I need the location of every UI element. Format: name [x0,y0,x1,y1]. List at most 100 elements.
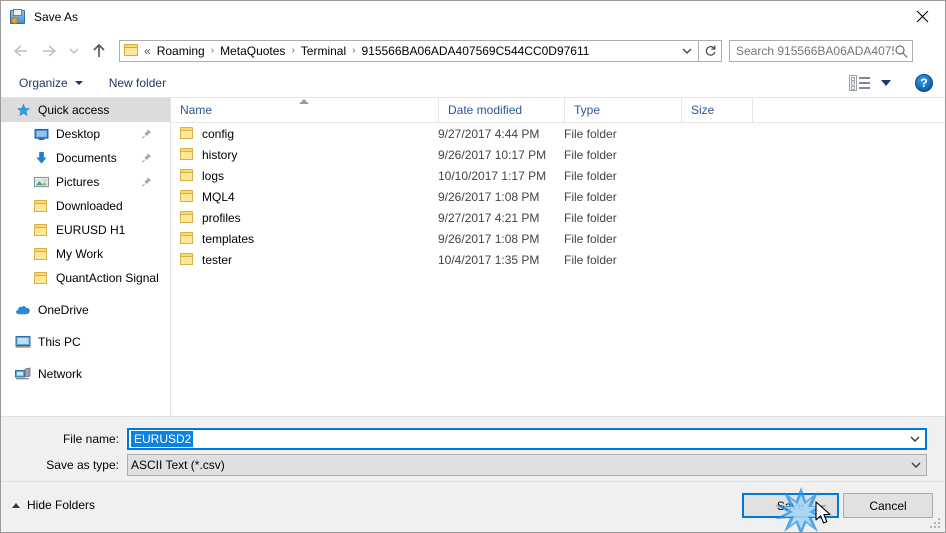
save-form: File name: EURUSD2 Save as type: ASCII T… [1,416,945,481]
save-as-type-select[interactable]: ASCII Text (*.csv) [127,454,927,476]
navigation-sidebar: Quick access Desktop Documents Pictures … [1,98,171,416]
sidebar-item-eurusd-h1[interactable]: EURUSD H1 [1,218,170,242]
file-type: File folder [564,189,617,204]
file-name-input[interactable]: EURUSD2 [127,428,927,450]
file-name-cell: MQL4 [171,190,438,204]
table-row[interactable]: history 9/26/2017 10:17 PM File folder [171,144,945,165]
file-type-row: Save as type: ASCII Text (*.csv) [1,454,945,476]
file-name-cell: profiles [171,211,438,225]
column-header-size[interactable]: Size [681,97,753,123]
save-button[interactable]: Save [742,493,839,518]
file-name-cell: tester [171,253,438,267]
recent-locations-button[interactable] [63,36,85,66]
folder-icon [180,190,195,203]
view-dropdown-button[interactable] [881,80,891,86]
folder-icon [180,127,195,140]
chevron-down-icon [69,48,79,54]
breadcrumb-overflow[interactable]: « [144,44,151,58]
file-name: tester [202,252,233,267]
sidebar-item-this-pc[interactable]: This PC [1,330,170,354]
new-folder-button[interactable]: New folder [101,72,174,94]
cancel-button[interactable]: Cancel [843,493,933,518]
sidebar-item-label: Quick access [38,103,110,117]
help-button[interactable]: ? [915,74,933,92]
sidebar-item-label: Network [38,367,83,381]
help-label: ? [920,76,928,90]
address-bar[interactable]: « Roaming › MetaQuotes › Terminal › 9155… [119,39,699,62]
breadcrumb-separator: › [352,45,356,56]
resize-grip[interactable] [930,518,942,530]
new-folder-label: New folder [108,76,167,90]
column-header-label: Date modified [448,103,523,117]
save-as-type-value: ASCII Text (*.csv) [131,458,225,472]
file-type: File folder [564,252,617,267]
pin-icon[interactable] [141,129,152,140]
sidebar-item-label: OneDrive [38,303,89,317]
forward-button[interactable] [35,36,63,66]
file-list-header: Name Date modified Type Size [171,97,945,123]
sidebar-item-downloaded[interactable]: Downloaded [1,194,170,218]
file-type: File folder [564,147,617,162]
folder-icon [33,222,49,238]
search-input[interactable]: Search 915566BA06ADA40756... [736,44,894,58]
back-arrow-icon [13,44,27,57]
dialog-footer: Hide Folders Save Cancel [1,481,945,532]
sidebar-item-label: Desktop [56,127,101,141]
breadcrumb-item-roaming[interactable]: Roaming [155,44,207,58]
file-name-label: File name: [62,432,119,446]
sidebar-item-quantaction-signal[interactable]: QuantAction Signal [1,266,170,290]
breadcrumb-separator: › [210,45,215,56]
column-header-name[interactable]: Name [171,98,438,123]
sidebar-item-desktop[interactable]: Desktop [1,122,170,146]
column-header-label: Size [691,103,715,117]
save-label: Save [776,498,805,513]
organize-button[interactable]: Organize [11,72,91,94]
breadcrumb-item-guid[interactable]: 915566BA06ADA407569C544CC0D97611 [359,44,591,58]
pin-icon[interactable] [141,153,152,164]
table-row[interactable]: tester 10/4/2017 1:35 PM File folder [171,249,945,270]
breadcrumb-item-terminal[interactable]: Terminal [299,44,348,58]
search-box[interactable]: Search 915566BA06ADA40756... [729,39,913,62]
sidebar-item-onedrive[interactable]: OneDrive [1,298,170,322]
sidebar-item-label: My Work [56,247,104,261]
network-icon [15,366,31,382]
hide-folders-button[interactable]: Hide Folders [12,498,95,512]
file-date: 9/26/2017 10:17 PM [438,147,547,162]
sidebar-item-pictures[interactable]: Pictures [1,170,170,194]
file-name-row: File name: EURUSD2 [1,428,945,450]
chevron-down-icon[interactable] [909,435,921,443]
table-row[interactable]: config 9/27/2017 4:44 PM File folder [171,123,945,144]
hide-folders-label: Hide Folders [27,498,96,512]
file-name-cell: history [171,148,438,162]
sidebar-item-my-work[interactable]: My Work [1,242,170,266]
file-name: profiles [202,210,241,225]
sidebar-item-documents[interactable]: Documents [1,146,170,170]
sidebar-item-network[interactable]: Network [1,362,170,386]
refresh-button[interactable] [699,39,722,62]
close-icon [916,10,928,22]
folder-icon [124,43,140,58]
column-header-date-modified[interactable]: Date modified [438,97,564,123]
save-as-dialog: Save As « Roaming › MetaQuotes › Termina… [0,0,946,533]
address-dropdown-button[interactable] [676,41,698,61]
view-layout-icon[interactable] [849,75,871,91]
file-list: Name Date modified Type Size config 9/27… [171,97,945,416]
sidebar-item-quick-access[interactable]: Quick access [1,98,170,122]
table-row[interactable]: logs 10/10/2017 1:17 PM File folder [171,165,945,186]
sidebar-item-label: This PC [38,335,81,349]
pin-icon[interactable] [141,177,152,188]
table-row[interactable]: templates 9/26/2017 1:08 PM File folder [171,228,945,249]
sidebar-item-label: EURUSD H1 [56,223,126,237]
folder-icon [180,169,195,182]
back-button[interactable] [7,36,35,66]
up-button[interactable] [85,36,113,66]
search-icon [894,44,908,58]
cloud-icon [15,302,31,318]
column-header-type[interactable]: Type [564,97,681,123]
column-header-label: Type [574,103,601,117]
breadcrumb-item-metaquotes[interactable]: MetaQuotes [218,44,287,58]
table-row[interactable]: MQL4 9/26/2017 1:08 PM File folder [171,186,945,207]
table-row[interactable]: profiles 9/27/2017 4:21 PM File folder [171,207,945,228]
close-button[interactable] [899,1,945,31]
chevron-down-icon[interactable] [910,461,922,469]
